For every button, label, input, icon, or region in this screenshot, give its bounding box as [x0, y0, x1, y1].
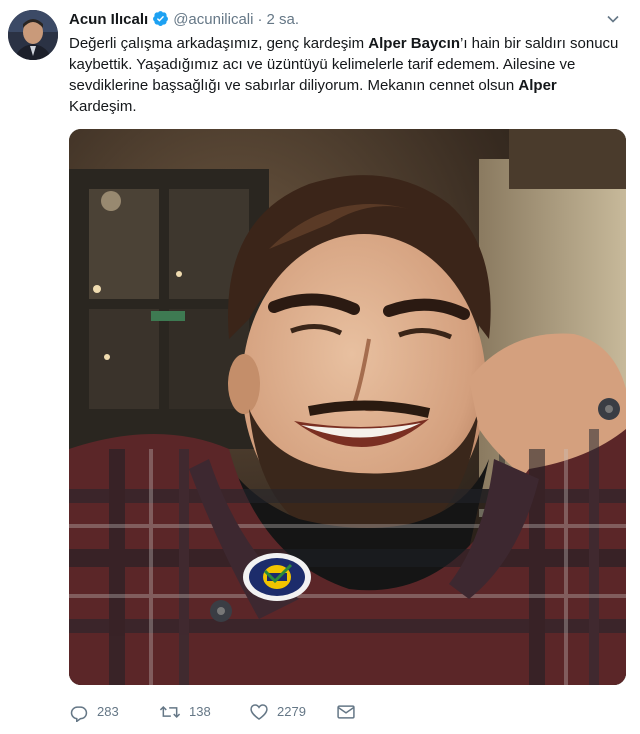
tweet-photo[interactable]	[69, 129, 626, 685]
tweet-text: Değerli çalışma arkadaşımız, genç kardeş…	[69, 33, 624, 117]
tweet-text-part: Değerli çalışma arkadaşımız, genç kardeş…	[69, 35, 369, 52]
like-button[interactable]: 2279	[249, 700, 306, 724]
retweet-button[interactable]: 138	[159, 700, 211, 724]
reply-count: 283	[97, 704, 119, 719]
verified-badge-icon	[152, 10, 169, 33]
tweet-text-part: Kardeşim.	[69, 98, 137, 115]
like-icon	[249, 702, 269, 722]
tweet-text-bold: Alper	[518, 77, 557, 94]
tweet-text-bold: Alper Baycın	[368, 35, 460, 52]
message-icon	[336, 702, 356, 722]
tweet-time[interactable]: 2 sa.	[266, 11, 299, 28]
message-button[interactable]	[336, 700, 356, 724]
caret-down-icon[interactable]	[606, 12, 620, 26]
author-name[interactable]: Acun Ilıcalı	[69, 11, 148, 28]
reply-button[interactable]: 283	[69, 700, 119, 724]
tweet-card: Acun Ilıcalı @acunilicali · 2 sa. Değerli ç…	[0, 0, 640, 734]
like-count: 2279	[277, 704, 306, 719]
retweet-icon	[159, 702, 181, 722]
tweet-header: Acun Ilıcalı @acunilicali · 2 sa.	[69, 10, 620, 32]
author-handle[interactable]: @acunilicali	[173, 11, 253, 28]
retweet-count: 138	[189, 704, 211, 719]
reply-icon	[69, 702, 89, 722]
separator-dot: ·	[257, 11, 263, 28]
author-avatar[interactable]	[8, 10, 58, 60]
